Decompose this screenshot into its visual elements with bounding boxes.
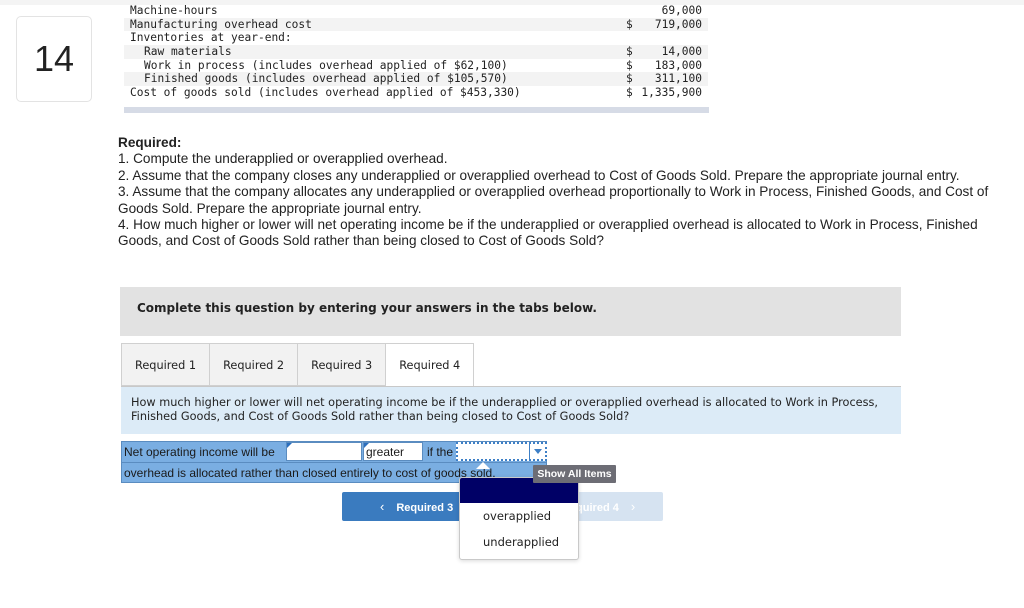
table-row: Inventories at year-end:	[124, 31, 708, 45]
row-amount: 14,000	[661, 45, 702, 59]
comparison-input[interactable]: greater	[363, 442, 423, 461]
show-all-items-tooltip: Show All Items	[533, 465, 616, 483]
required-item: 4. How much higher or lower will net ope…	[118, 217, 978, 249]
instruction-banner: Complete this question by entering your …	[120, 287, 901, 336]
row-currency	[626, 31, 640, 45]
dropdown-arrow-icon[interactable]	[529, 444, 545, 459]
row-currency: $	[626, 86, 633, 100]
dropdown-option-underapplied[interactable]: underapplied	[460, 529, 578, 555]
dropdown-option-overapplied[interactable]: overapplied	[460, 503, 578, 529]
row-label: Inventories at year-end:	[130, 31, 292, 45]
required-section: Required: 1. Compute the underapplied or…	[118, 135, 998, 250]
table-row: Raw materials $ 14,000	[124, 45, 708, 59]
applied-dropdown[interactable]	[456, 442, 547, 461]
answer-row-1: Net operating income will be greater if …	[122, 442, 547, 462]
row-label: Finished goods (includes overhead applie…	[144, 72, 508, 86]
data-table: Machine-hours 69,000 Manufacturing overh…	[124, 4, 708, 100]
row-currency: $	[626, 17, 633, 31]
row-label: Work in process (includes overhead appli…	[144, 58, 508, 72]
table-row: Work in process (includes overhead appli…	[124, 59, 708, 73]
row-currency	[626, 4, 640, 18]
tab-required-1[interactable]: Required 1	[121, 343, 210, 386]
required-item: 3. Assume that the company allocates any…	[118, 184, 989, 216]
row-currency: $	[626, 58, 633, 72]
tab-required-2[interactable]: Required 2	[209, 343, 298, 386]
row-amount: 183,000	[654, 58, 702, 72]
tab-bar: Required 1 Required 2 Required 3 Require…	[121, 343, 475, 387]
table-row: Manufacturing overhead cost $ 719,000	[124, 17, 708, 32]
row-label: Manufacturing overhead cost	[130, 17, 312, 31]
required-heading: Required:	[118, 135, 182, 150]
row-label: Cost of goods sold (includes overhead ap…	[130, 86, 521, 100]
row-currency: $	[626, 45, 633, 59]
row-label: Machine-hours	[130, 4, 218, 17]
table-row: Machine-hours 69,000	[124, 4, 708, 18]
row-label: Raw materials	[144, 45, 232, 59]
question-prompt: How much higher or lower will net operat…	[121, 387, 901, 434]
table-row: Cost of goods sold (includes overhead ap…	[124, 86, 708, 100]
row-amount: 1,335,900	[641, 86, 702, 100]
table-footer-bar	[124, 107, 709, 113]
prev-button-label: Required 3	[396, 502, 454, 514]
chevron-right-icon: ›	[630, 499, 636, 514]
required-item: 2. Assume that the company closes any un…	[118, 167, 960, 183]
dropdown-menu: overapplied underapplied	[459, 477, 579, 560]
row-amount	[640, 31, 708, 45]
dropdown-caret	[476, 462, 490, 469]
chevron-left-icon: ‹	[380, 499, 385, 514]
row-amount: 311,100	[654, 72, 702, 86]
if-the-label: if the	[427, 445, 454, 459]
tab-required-4[interactable]: Required 4	[385, 343, 475, 387]
row-amount: 69,000	[661, 4, 702, 17]
required-item: 1. Compute the underapplied or overappli…	[118, 151, 448, 167]
row-currency: $	[626, 72, 633, 86]
question-number: 14	[16, 16, 92, 102]
tab-required-3[interactable]: Required 3	[297, 343, 386, 386]
answer-prefix: Net operating income will be	[124, 445, 275, 459]
table-row: Finished goods (includes overhead applie…	[124, 72, 708, 87]
row-amount: 719,000	[654, 17, 702, 31]
amount-input[interactable]	[286, 442, 362, 461]
